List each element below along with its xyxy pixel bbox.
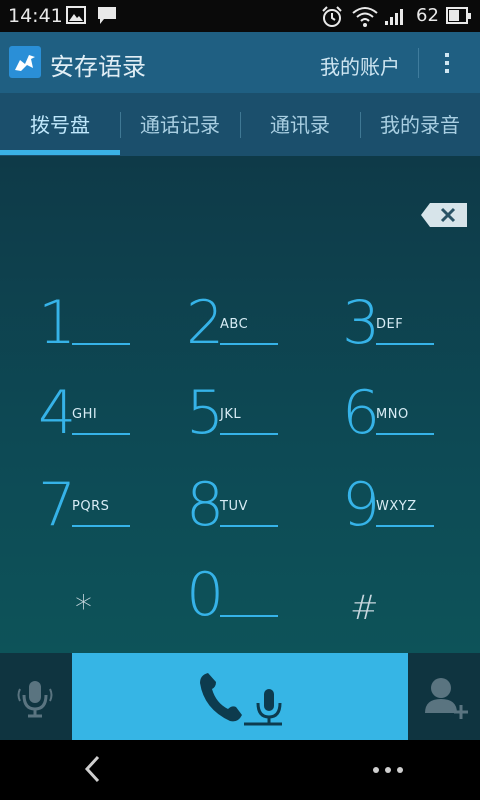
- microphone-icon: [17, 681, 53, 718]
- dial-key-digit: 4: [38, 378, 77, 448]
- tab-call-log[interactable]: 通话记录: [120, 93, 240, 156]
- alarm-icon: [322, 6, 342, 27]
- dial-key-6[interactable]: 6 MNO: [342, 383, 472, 463]
- dial-key-digit: 3: [342, 288, 381, 358]
- dial-key-underline: [376, 343, 434, 345]
- dial-key-digit: 8: [186, 470, 225, 540]
- dial-key-5[interactable]: 5 JKL: [186, 383, 316, 463]
- dial-key-star[interactable]: *: [38, 565, 168, 645]
- call-record-button[interactable]: [72, 653, 408, 740]
- dial-key-7[interactable]: 7 PQRS: [38, 475, 168, 555]
- dial-key-letters: MNO: [376, 407, 409, 422]
- dial-key-4[interactable]: 4 GHI: [38, 383, 168, 463]
- battery-percent: 62: [416, 5, 439, 26]
- overflow-menu-icon[interactable]: [436, 48, 458, 78]
- navigation-bar: [0, 740, 480, 800]
- add-contact-button[interactable]: [408, 653, 480, 740]
- app-title: 安存语录: [50, 53, 146, 81]
- dial-key-letters: ABC: [220, 317, 249, 332]
- dial-key-digit: 2: [186, 288, 225, 358]
- signal-icon: [385, 9, 403, 25]
- dial-key-underline: [72, 525, 130, 527]
- dial-key-3[interactable]: 3 DEF: [342, 293, 472, 373]
- status-bar: 14:41 62: [0, 0, 480, 32]
- more-icon[interactable]: [372, 766, 404, 774]
- status-time: 14:41: [8, 5, 63, 27]
- back-icon[interactable]: [78, 754, 108, 784]
- add-contact-icon: [425, 678, 468, 719]
- dial-key-underline: [220, 525, 278, 527]
- dial-key-underline: [376, 525, 434, 527]
- dial-key-letters: TUV: [220, 499, 248, 514]
- dial-key-underline: [376, 433, 434, 435]
- dial-key-letters: WXYZ: [376, 499, 417, 514]
- dial-key-0[interactable]: 0: [186, 565, 316, 645]
- dial-key-digit: 7: [38, 470, 77, 540]
- app-bar-divider: [418, 48, 419, 78]
- tab-dialpad[interactable]: 拨号盘: [0, 93, 120, 156]
- dialpad: 1 2 ABC 3 DEF 4 GHI 5 JKL 6 MNO 7 PQRS 8 TUV 9 WXYZ * 0 #: [0, 156, 480, 653]
- my-account-button[interactable]: 我的账户: [320, 51, 400, 80]
- voice-input-button[interactable]: [0, 653, 72, 740]
- dial-key-9[interactable]: 9 WXYZ: [342, 475, 472, 555]
- dial-key-digit: 9: [342, 470, 381, 540]
- dial-key-digit: #: [350, 588, 379, 628]
- tab-my-recordings[interactable]: 我的录音: [360, 93, 480, 156]
- dial-key-hash[interactable]: #: [342, 565, 472, 645]
- dial-key-digit: 5: [186, 378, 225, 448]
- tab-indicator: [0, 150, 120, 155]
- message-notification-icon: [98, 7, 116, 24]
- dial-key-digit: 0: [186, 560, 225, 630]
- backspace-icon[interactable]: [420, 202, 468, 228]
- dial-key-letters: PQRS: [72, 499, 110, 514]
- image-notification-icon: [66, 6, 86, 24]
- dial-key-letters: GHI: [72, 407, 98, 422]
- dial-key-1[interactable]: 1: [38, 293, 168, 373]
- wifi-icon: [352, 7, 378, 27]
- tab-divider: [360, 112, 361, 138]
- dial-key-digit: *: [75, 588, 92, 628]
- dial-key-letters: DEF: [376, 317, 404, 332]
- dial-key-underline: [72, 343, 130, 345]
- dial-key-underline: [220, 433, 278, 435]
- app-logo-icon: [9, 46, 41, 78]
- tab-contacts[interactable]: 通讯录: [240, 93, 360, 156]
- dial-key-digit: 1: [38, 288, 77, 358]
- app-bar: 安存语录 我的账户: [0, 32, 480, 93]
- battery-icon: [446, 7, 471, 24]
- dial-key-8[interactable]: 8 TUV: [186, 475, 316, 555]
- phone-record-icon: [200, 673, 282, 726]
- dial-key-2[interactable]: 2 ABC: [186, 293, 316, 373]
- tab-divider: [240, 112, 241, 138]
- tab-divider: [120, 112, 121, 138]
- action-bar: [0, 653, 480, 740]
- dial-key-underline: [72, 433, 130, 435]
- dial-key-underline: [220, 343, 278, 345]
- dial-key-digit: 6: [342, 378, 381, 448]
- dial-key-underline: [220, 615, 278, 617]
- dial-key-letters: JKL: [220, 407, 242, 422]
